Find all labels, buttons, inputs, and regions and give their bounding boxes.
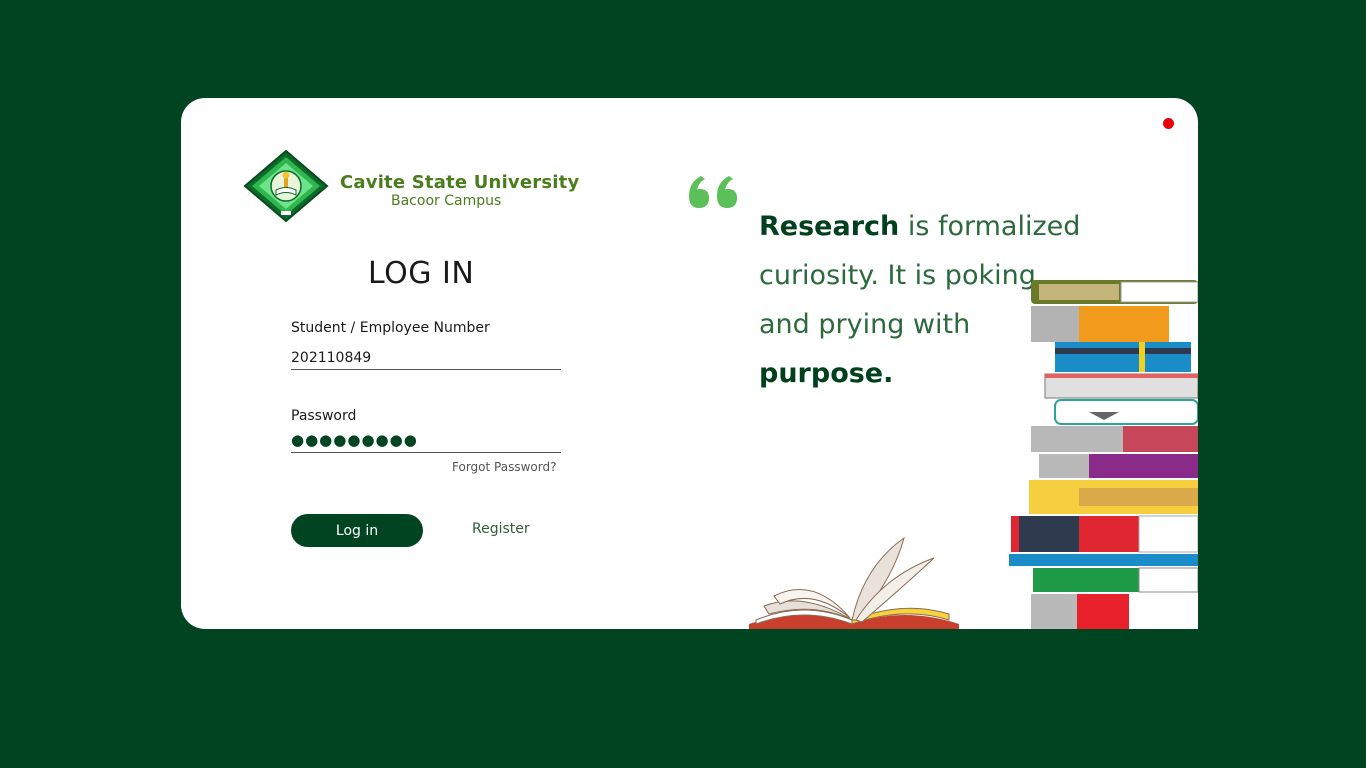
login-card: Cavite State University Bacoor Campus LO… (181, 98, 1198, 629)
cvsu-seal-icon (243, 150, 329, 222)
login-button[interactable]: Log in (291, 514, 423, 547)
password-field-label: Password (291, 408, 357, 424)
campus-name: Bacoor Campus (391, 193, 502, 209)
id-field-label: Student / Employee Number (291, 320, 490, 336)
quote-emphasis-research: Research (759, 211, 900, 242)
university-name: Cavite State University (340, 172, 580, 193)
id-number-input[interactable] (291, 347, 561, 370)
open-book-illustration (749, 536, 959, 629)
quote-emphasis-purpose: purpose. (759, 358, 894, 389)
book-stack-illustration (1009, 280, 1198, 629)
status-dot (1163, 118, 1174, 129)
password-mask: ●●●●●●●●● (291, 431, 418, 449)
page-title: LOG IN (368, 256, 475, 291)
forgot-password-link[interactable]: Forgot Password? (452, 460, 556, 474)
register-link[interactable]: Register (472, 521, 530, 537)
quote-mark-icon (689, 176, 737, 208)
